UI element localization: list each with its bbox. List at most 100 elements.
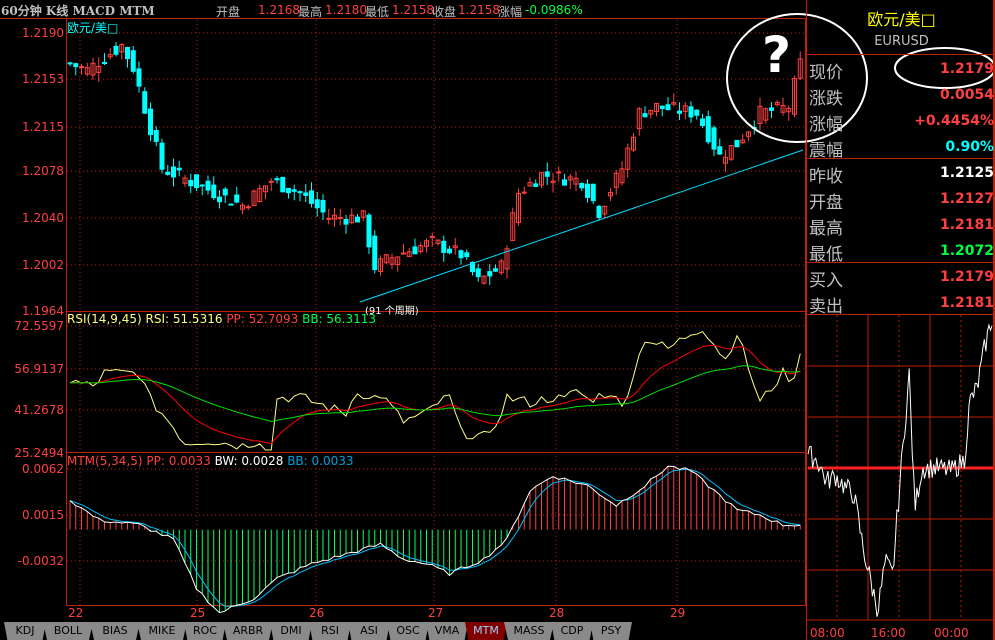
candle-body <box>268 180 274 183</box>
rsi-pp-value: PP: 52.7093 <box>226 312 299 326</box>
candle-body <box>665 104 671 111</box>
candle-body <box>677 110 682 114</box>
quote-code: EURUSD <box>874 34 929 49</box>
candle-body <box>73 63 79 68</box>
candle-body <box>130 50 136 72</box>
candle-body <box>102 62 107 65</box>
mtm-tick: -0.0032 <box>17 554 64 568</box>
quote-row-label: 卖出 <box>809 297 843 317</box>
price-tick: 1.2190 <box>22 26 64 40</box>
candle-body <box>194 174 199 189</box>
rsi-value: RSI: 51.5316 <box>145 312 223 326</box>
candle-body <box>337 216 343 219</box>
symbol-label: 欧元/美□ <box>67 21 119 35</box>
candle-body <box>303 192 309 196</box>
candle-body <box>153 130 159 142</box>
tab-mass[interactable]: MASS <box>504 622 554 640</box>
quote-row-value: 0.90% <box>945 139 994 155</box>
mtm-title: MTM(5,34,5) <box>67 454 143 468</box>
candle-body <box>521 191 527 194</box>
candle-body <box>769 107 774 111</box>
candle-body <box>366 214 372 248</box>
candle-body <box>688 106 694 118</box>
x-tick: 27 <box>428 606 444 620</box>
candle-body <box>401 252 406 255</box>
rsi-bb-line <box>69 365 801 422</box>
quote-row: 最低 1.2072 <box>809 238 994 265</box>
time-tick: 08:00 <box>810 626 845 640</box>
quote-row-label: 开盘 <box>809 193 843 213</box>
candle-body <box>642 113 648 118</box>
candle-body <box>464 252 470 258</box>
quote-row-label: 买入 <box>809 271 843 291</box>
candle-body <box>291 189 297 192</box>
mtm-tick: 0.0062 <box>22 462 64 476</box>
candle-body <box>245 206 251 209</box>
tab-psy[interactable]: PSY <box>590 622 632 640</box>
quote-row: 开盘 1.2127 <box>809 186 994 213</box>
tab-asi[interactable]: ASI <box>348 622 390 640</box>
candle-body <box>659 105 665 110</box>
candle-body <box>176 167 182 171</box>
tab-vma[interactable]: VMA <box>426 622 468 640</box>
quote-row: 买入 1.2179 <box>809 264 994 291</box>
divider <box>807 54 995 55</box>
candle-body <box>556 171 562 174</box>
candle-body <box>159 142 165 170</box>
price-tick: 1.2115 <box>22 120 64 134</box>
candle-body <box>148 108 153 136</box>
tab-mtm[interactable]: MTM <box>465 622 507 640</box>
candle-body <box>199 184 205 187</box>
quote-row-label: 最低 <box>809 245 843 265</box>
tab-rsi[interactable]: RSI <box>309 622 351 640</box>
candle-body <box>165 171 171 175</box>
candle-body <box>67 62 73 65</box>
quote-row-value: 1.2181 <box>939 295 994 311</box>
tab-osc[interactable]: OSC <box>387 622 429 640</box>
candle-body <box>274 178 280 181</box>
candle-body <box>579 182 585 189</box>
tab-arbr[interactable]: ARBR <box>223 622 273 640</box>
price-tick: 1.2153 <box>22 72 64 86</box>
quote-row-label: 震幅 <box>809 141 843 161</box>
rsi-legend: RSI(14,9,45) RSI: 51.5316 PP: 52.7093 BB… <box>67 312 376 326</box>
rsi-tick: 41.2678 <box>14 403 64 417</box>
quote-row-value: 1.2179 <box>939 269 994 285</box>
candle-body <box>142 91 148 114</box>
mtm-legend: MTM(5,34,5) PP: 0.0033 BW: 0.0028 BB: 0.… <box>67 454 354 468</box>
candle-body <box>487 271 493 277</box>
tab-bias[interactable]: BIAS <box>90 622 140 640</box>
candle-body <box>286 187 291 194</box>
candle-body <box>309 190 314 204</box>
quote-row-value: 1.2179 <box>939 61 994 77</box>
quote-row-value: 1.2125 <box>939 165 994 181</box>
tab-kdj[interactable]: KDJ <box>4 622 46 640</box>
tab-dmi[interactable]: DMI <box>270 622 312 640</box>
rsi-title: RSI(14,9,45) <box>67 312 142 326</box>
tab-cdp[interactable]: CDP <box>551 622 593 640</box>
quote-row: 卖出 1.2181 <box>809 290 994 317</box>
quote-row: 震幅 0.90% <box>809 134 994 161</box>
question-mark: ? <box>762 26 792 84</box>
candle-body <box>717 146 723 155</box>
candle-body <box>562 179 567 186</box>
rsi-tick: 25.2494 <box>14 446 64 460</box>
price-tick: 1.2040 <box>22 211 64 225</box>
candle-body <box>113 45 119 55</box>
candle-body <box>447 248 452 254</box>
candle-body <box>596 205 602 219</box>
candle-body <box>136 68 142 87</box>
candle-body <box>297 191 303 194</box>
quote-row-value: 1.2127 <box>939 191 994 207</box>
x-tick: 25 <box>190 606 206 620</box>
candle-body <box>222 188 228 196</box>
time-tick: 16:00 <box>871 626 906 640</box>
price-tick: 1.2002 <box>22 258 64 272</box>
quote-row-label: 现价 <box>809 63 843 83</box>
tab-roc[interactable]: ROC <box>184 622 226 640</box>
tab-boll[interactable]: BOLL <box>43 622 93 640</box>
quote-panel: 欧元/美□ EURUSD 现价 1.2179 涨跌 0.0054 涨幅 +0.4454% 震… <box>806 0 995 640</box>
quote-row-label: 最高 <box>809 219 843 239</box>
mtm-bw-value: BW: 0.0028 <box>214 454 284 468</box>
tab-mike[interactable]: MIKE <box>137 622 187 640</box>
